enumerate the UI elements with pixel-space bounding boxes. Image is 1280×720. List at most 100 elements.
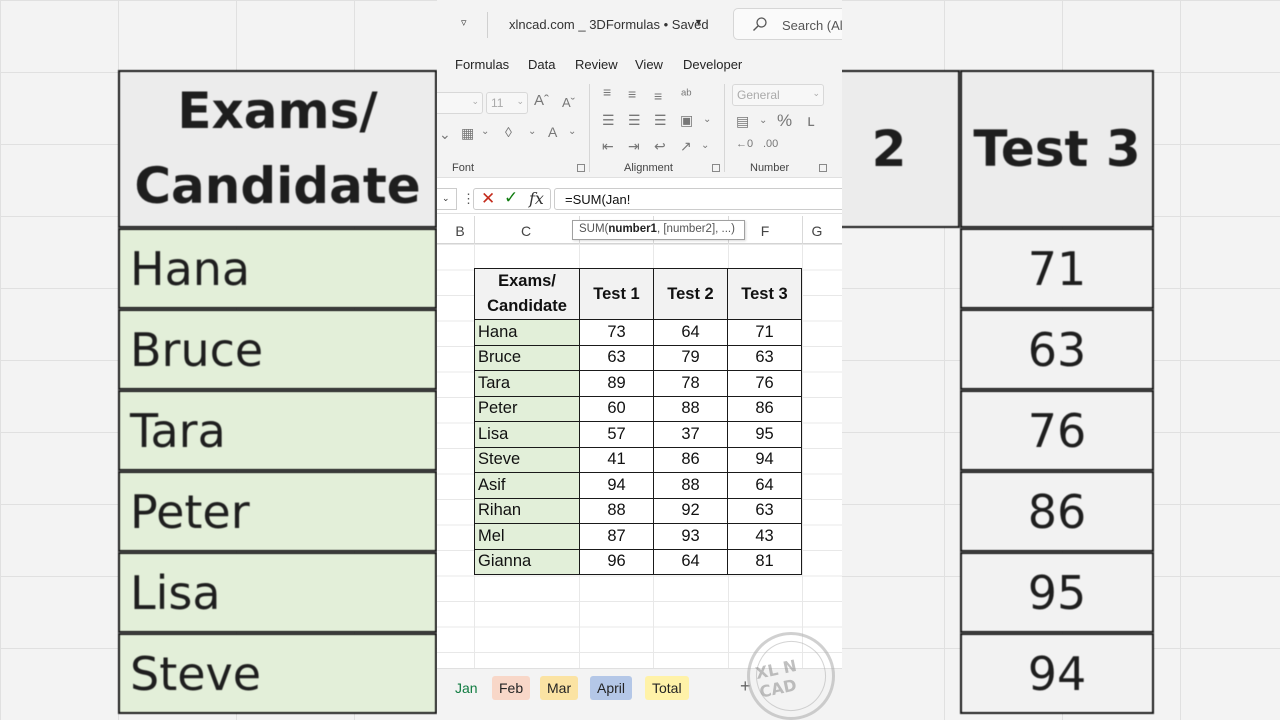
orientation-icon[interactable]: ᵃᵇ bbox=[681, 86, 692, 102]
test2-cell[interactable]: 93 bbox=[653, 523, 728, 550]
test3-cell[interactable]: 71 bbox=[727, 319, 802, 346]
test3-cell[interactable]: 86 bbox=[727, 395, 802, 422]
test1-cell[interactable]: 63 bbox=[579, 344, 654, 371]
test2-cell[interactable]: 64 bbox=[653, 319, 728, 346]
name-cell[interactable]: Steve bbox=[474, 446, 580, 473]
font-color-icon[interactable]: A bbox=[548, 124, 557, 140]
test1-cell[interactable]: 89 bbox=[579, 370, 654, 397]
name-cell[interactable]: Rihan bbox=[474, 497, 580, 524]
percent-style-icon[interactable]: % bbox=[777, 111, 792, 131]
test2-cell[interactable]: 88 bbox=[653, 472, 728, 499]
accounting-format-icon[interactable]: ▤ bbox=[736, 113, 749, 130]
name-cell[interactable]: Hana bbox=[474, 319, 580, 346]
quick-access-dropdown-icon[interactable]: ▿ bbox=[461, 16, 467, 29]
column-header-f[interactable]: F bbox=[755, 223, 775, 239]
name-box[interactable]: ⌄ bbox=[437, 188, 457, 210]
merge-center-icon[interactable]: ▣ bbox=[680, 112, 693, 129]
sheet-tab-jan[interactable]: Jan bbox=[448, 676, 485, 700]
chevron-down-icon[interactable]: ▼ bbox=[694, 17, 703, 27]
text-direction-dropdown-icon[interactable]: ⌄ bbox=[701, 140, 709, 151]
test2-cell[interactable]: 92 bbox=[653, 497, 728, 524]
formula-input[interactable]: =SUM(Jan! bbox=[554, 188, 842, 210]
test1-cell[interactable]: 88 bbox=[579, 497, 654, 524]
test1-cell[interactable]: 94 bbox=[579, 472, 654, 499]
align-bottom-icon[interactable]: ≡ bbox=[654, 88, 662, 104]
wrap-text-icon[interactable]: ↩ bbox=[654, 138, 666, 155]
search-box[interactable]: Search (Al bbox=[733, 8, 842, 40]
border-grid-icon[interactable]: ▦ bbox=[461, 125, 474, 142]
test2-cell[interactable]: 86 bbox=[653, 446, 728, 473]
name-cell[interactable]: Peter bbox=[474, 395, 580, 422]
sheet-tab-total[interactable]: Total bbox=[645, 676, 689, 700]
fill-color-icon[interactable]: ◊ bbox=[505, 124, 512, 140]
header-cell[interactable]: Test 1 bbox=[579, 268, 654, 320]
test1-cell[interactable]: 60 bbox=[579, 395, 654, 422]
tab-view[interactable]: View bbox=[635, 57, 663, 72]
header-cell[interactable]: Exams/ Candidate bbox=[474, 268, 580, 320]
align-middle-icon[interactable]: ≡ bbox=[628, 86, 636, 102]
name-cell[interactable]: Gianna bbox=[474, 548, 580, 575]
sheet-tab-mar[interactable]: Mar bbox=[540, 676, 579, 700]
document-title[interactable]: xlncad.com _ 3DFormulas • Saved bbox=[509, 17, 709, 32]
test1-cell[interactable]: 96 bbox=[579, 548, 654, 575]
cancel-icon[interactable]: ✕ bbox=[481, 189, 495, 209]
name-cell[interactable]: Bruce bbox=[474, 344, 580, 371]
test3-cell[interactable]: 43 bbox=[727, 523, 802, 550]
column-header-c[interactable]: C bbox=[516, 223, 536, 239]
increase-font-icon[interactable]: Aˆ bbox=[534, 92, 549, 109]
name-cell[interactable]: Lisa bbox=[474, 421, 580, 448]
merge-dropdown-icon[interactable]: ⌄ bbox=[703, 114, 711, 125]
alignment-dialog-launcher-icon[interactable] bbox=[712, 164, 720, 172]
test3-cell[interactable]: 76 bbox=[727, 370, 802, 397]
test1-cell[interactable]: 41 bbox=[579, 446, 654, 473]
test1-cell[interactable]: 57 bbox=[579, 421, 654, 448]
sheet-tab-feb[interactable]: Feb bbox=[492, 676, 531, 700]
test1-cell[interactable]: 73 bbox=[579, 319, 654, 346]
text-direction-icon[interactable]: ↗ bbox=[680, 138, 692, 155]
number-format-dropdown[interactable]: General ⌄ bbox=[732, 84, 824, 106]
align-center-icon[interactable]: ☰ bbox=[628, 112, 641, 129]
test3-cell[interactable]: 95 bbox=[727, 421, 802, 448]
font-dialog-launcher-icon[interactable] bbox=[577, 164, 585, 172]
test2-cell[interactable]: 79 bbox=[653, 344, 728, 371]
borders-icon[interactable]: ⌄ bbox=[439, 126, 451, 143]
test2-cell[interactable]: 37 bbox=[653, 421, 728, 448]
worksheet-grid[interactable]: Exams/ Candidate Test 1 Test 2 Test 3 Ha… bbox=[437, 244, 842, 668]
decrease-font-icon[interactable]: Aˇ bbox=[562, 95, 575, 110]
increase-decimal-icon[interactable]: ←0 bbox=[736, 138, 753, 150]
font-color-dropdown-icon[interactable]: ⌄ bbox=[568, 126, 576, 137]
test3-cell[interactable]: 94 bbox=[727, 446, 802, 473]
test3-cell[interactable]: 81 bbox=[727, 548, 802, 575]
number-dialog-launcher-icon[interactable] bbox=[819, 164, 827, 172]
decrease-indent-icon[interactable]: ⇤ bbox=[602, 138, 614, 155]
tab-formulas[interactable]: Formulas bbox=[455, 57, 509, 72]
test1-cell[interactable]: 87 bbox=[579, 523, 654, 550]
font-name-dropdown[interactable]: ⌄ bbox=[437, 92, 483, 114]
test3-cell[interactable]: 63 bbox=[727, 344, 802, 371]
column-header-g[interactable]: G bbox=[807, 223, 827, 239]
test2-cell[interactable]: 78 bbox=[653, 370, 728, 397]
header-cell[interactable]: Test 3 bbox=[727, 268, 802, 320]
name-cell[interactable]: Asif bbox=[474, 472, 580, 499]
tab-developer[interactable]: Developer bbox=[683, 57, 742, 72]
comma-style-icon[interactable]: ւ bbox=[807, 111, 814, 131]
insert-function-icon[interactable]: fx bbox=[529, 189, 544, 208]
tab-data[interactable]: Data bbox=[528, 57, 555, 72]
border-dropdown-icon[interactable]: ⌄ bbox=[481, 126, 489, 137]
align-left-icon[interactable]: ☰ bbox=[602, 112, 615, 129]
accounting-dropdown-icon[interactable]: ⌄ bbox=[759, 115, 767, 126]
tab-review[interactable]: Review bbox=[575, 57, 618, 72]
fill-dropdown-icon[interactable]: ⌄ bbox=[528, 126, 536, 137]
column-header-b[interactable]: B bbox=[450, 223, 470, 239]
test2-cell[interactable]: 64 bbox=[653, 548, 728, 575]
align-right-icon[interactable]: ☰ bbox=[654, 112, 667, 129]
font-size-dropdown[interactable]: 11 ⌄ bbox=[486, 92, 528, 114]
header-cell[interactable]: Test 2 bbox=[653, 268, 728, 320]
enter-icon[interactable]: ✓ bbox=[504, 188, 518, 208]
test3-cell[interactable]: 63 bbox=[727, 497, 802, 524]
name-cell[interactable]: Mel bbox=[474, 523, 580, 550]
increase-indent-icon[interactable]: ⇥ bbox=[628, 138, 640, 155]
sheet-tab-april[interactable]: April bbox=[590, 676, 633, 700]
test3-cell[interactable]: 64 bbox=[727, 472, 802, 499]
decrease-decimal-icon[interactable]: .00 bbox=[763, 138, 778, 150]
